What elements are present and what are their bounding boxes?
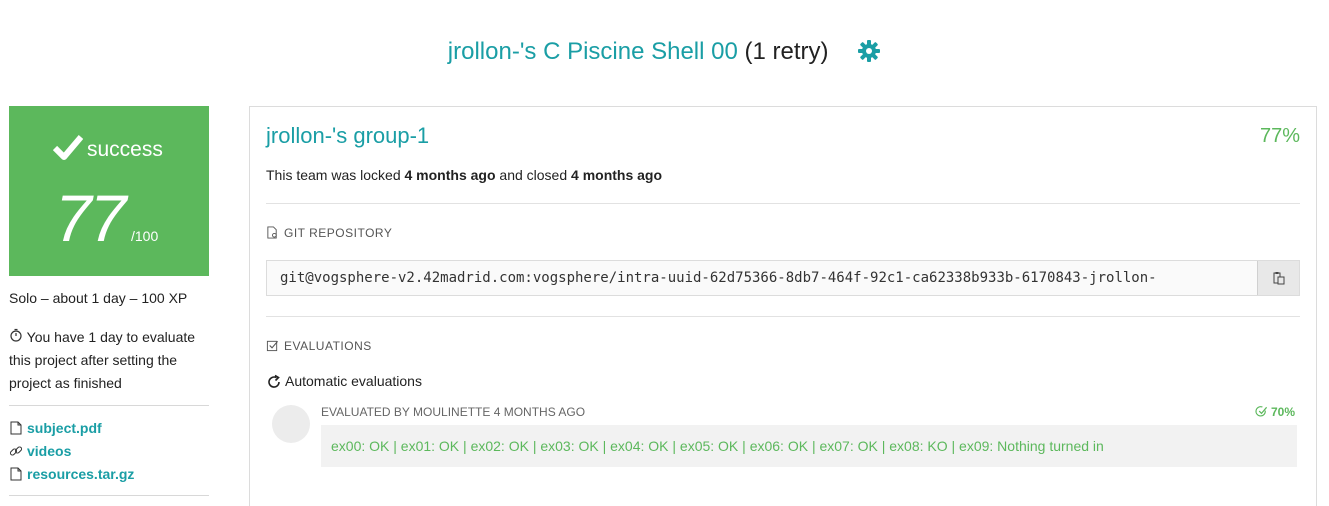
status-label: success xyxy=(87,138,163,161)
evaluation-result: ex00: OK | ex01: OK | ex02: OK | ex03: O… xyxy=(321,425,1297,467)
avatar xyxy=(272,405,310,443)
team-header: jrollon-'s group-1 77% xyxy=(266,107,1300,167)
link-icon xyxy=(9,444,23,458)
stopwatch-icon xyxy=(9,326,23,342)
team-name[interactable]: jrollon-'s group-1 xyxy=(266,123,429,149)
evaluation-entry: EVALUATED BY MOULINETTE 4 MONTHS AGO 70%… xyxy=(266,405,1300,475)
lock-prefix: This team was locked xyxy=(266,167,401,183)
team-lock-status: This team was locked 4 months ago and cl… xyxy=(266,167,1300,183)
git-repository-label: GIT REPOSITORY xyxy=(284,226,393,240)
retry-count: (1 retry) xyxy=(744,38,829,65)
page-title: jrollon-'s C Piscine Shell 00 (1 retry) xyxy=(0,38,1329,66)
evaluation-score-value: 70% xyxy=(1270,405,1295,419)
checkmark-icon xyxy=(52,134,84,160)
final-mark: 77 xyxy=(55,181,126,255)
refresh-icon xyxy=(266,374,280,388)
closed-ago: 4 months ago xyxy=(571,167,663,183)
max-mark: /100 xyxy=(131,228,159,244)
resource-links: subject.pdf videos resources.tar.gz xyxy=(9,406,209,485)
project-meta: Solo – about 1 day – 100 XP xyxy=(9,290,188,306)
link-videos[interactable]: videos xyxy=(9,439,209,462)
file-icon xyxy=(9,421,23,435)
evaluations-label: EVALUATIONS xyxy=(284,339,372,353)
link-label[interactable]: resources.tar.gz xyxy=(27,466,134,482)
divider xyxy=(266,203,1300,204)
link-label[interactable]: subject.pdf xyxy=(27,420,102,436)
check-circle-icon xyxy=(1255,405,1269,419)
divider xyxy=(266,316,1300,317)
team-panel: jrollon-'s group-1 77% This team was loc… xyxy=(249,106,1317,506)
gear-icon[interactable] xyxy=(857,39,881,63)
git-repository-heading: GIT REPOSITORY xyxy=(266,226,1300,240)
git-repository-field[interactable]: git@vogsphere-v2.42madrid.com:vogsphere/… xyxy=(266,260,1300,296)
divider xyxy=(9,495,209,496)
file-icon xyxy=(9,467,23,481)
evaluation-hint: You have 1 day to evaluate this project … xyxy=(9,326,209,395)
checkbox-icon xyxy=(266,339,280,353)
repository-icon xyxy=(266,226,280,240)
link-subject-pdf[interactable]: subject.pdf xyxy=(9,416,209,439)
automatic-evaluations-label: Automatic evaluations xyxy=(285,373,422,389)
team-percent: 77% xyxy=(1259,125,1300,147)
evaluation-score: 70% xyxy=(1255,405,1295,419)
project-title: jrollon-'s C Piscine Shell 00 xyxy=(447,38,738,65)
score-card: success 77 /100 xyxy=(9,106,209,276)
clipboard-icon xyxy=(1272,271,1286,285)
link-label[interactable]: videos xyxy=(27,443,71,459)
locked-ago: 4 months ago xyxy=(404,167,496,183)
lock-middle: and closed xyxy=(499,167,568,183)
evaluations-heading: EVALUATIONS xyxy=(266,339,1300,353)
copy-button[interactable] xyxy=(1257,261,1299,295)
project-sidebar: success 77 /100 Solo – about 1 day – 100… xyxy=(9,106,209,496)
git-repository-url[interactable]: git@vogsphere-v2.42madrid.com:vogsphere/… xyxy=(267,270,1257,286)
evaluation-hint-text: You have 1 day to evaluate this project … xyxy=(9,329,196,391)
link-resources[interactable]: resources.tar.gz xyxy=(9,462,209,485)
evaluated-by: EVALUATED BY MOULINETTE 4 MONTHS AGO xyxy=(321,405,586,419)
automatic-evaluations-heading: Automatic evaluations xyxy=(266,373,1300,389)
